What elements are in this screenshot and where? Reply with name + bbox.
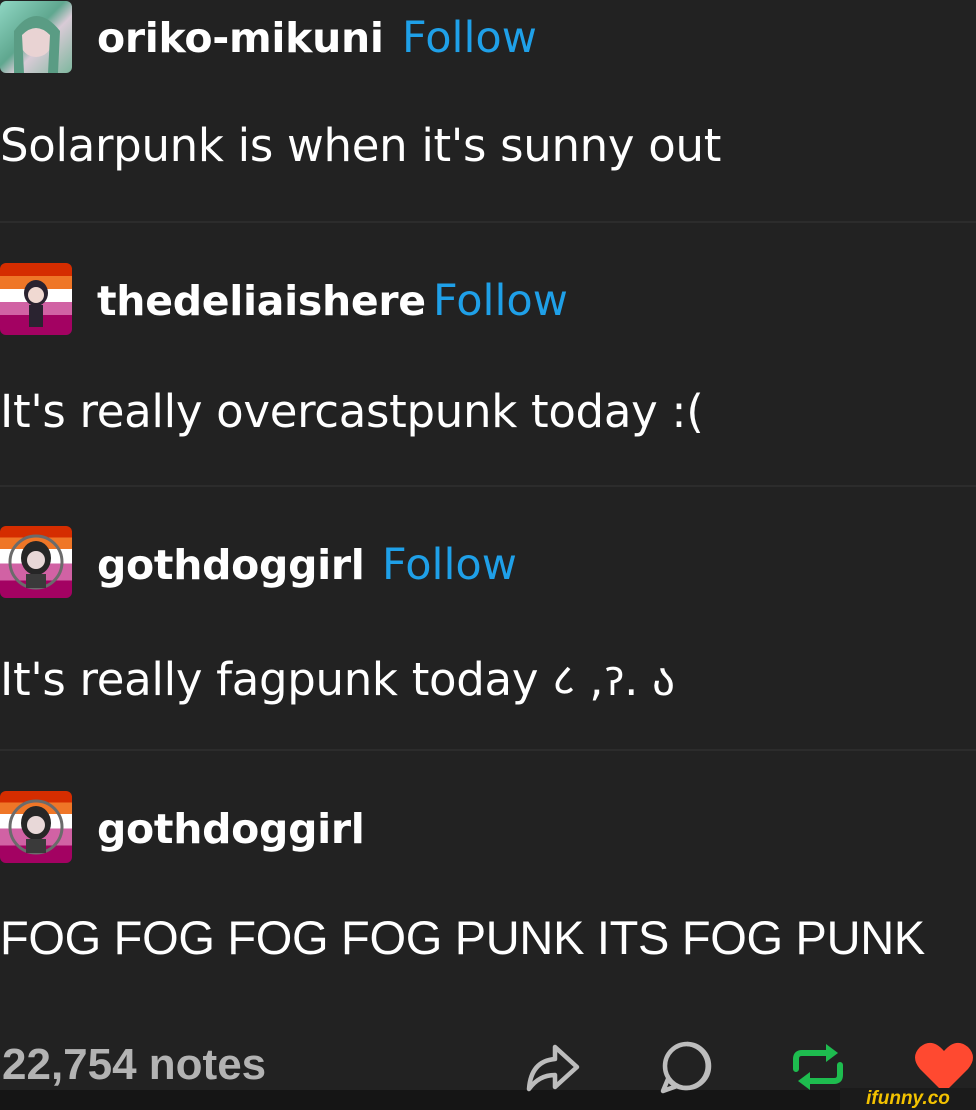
ifunny-watermark: ifunny.co	[840, 1088, 976, 1110]
avatar-oriko-mikuni[interactable]	[0, 1, 72, 73]
avatar-gothdoggirl[interactable]	[0, 791, 72, 863]
follow-button[interactable]: Follow	[433, 276, 568, 326]
notes-count[interactable]: 22,754 notes	[2, 1040, 266, 1090]
follow-button[interactable]: Follow	[382, 540, 517, 590]
post-text: Solarpunk is when it's sunny out	[0, 119, 722, 172]
follow-button[interactable]: Follow	[402, 13, 537, 63]
post-1: oriko-mikuni Follow Solarpunk is when it…	[0, 0, 976, 222]
avatar-thedeliaishere[interactable]	[0, 263, 72, 335]
post-text: It's really overcastpunk today :(	[0, 385, 704, 438]
reply-icon[interactable]	[655, 1035, 719, 1099]
username[interactable]: gothdoggirl	[97, 541, 365, 589]
post-text: FOG FOG FOG FOG PUNK ITS FOG PUNK	[0, 911, 925, 964]
post-4: gothdoggirl FOG FOG FOG FOG PUNK ITS FOG…	[0, 750, 976, 1030]
avatar-gothdoggirl[interactable]	[0, 526, 72, 598]
post-2: thedeliaishere Follow It's really overca…	[0, 222, 976, 486]
share-icon[interactable]	[521, 1035, 585, 1099]
post-3: gothdoggirl Follow It's really fagpunk t…	[0, 486, 976, 750]
post-text: It's really fagpunk today ८ ,ॽ. ა	[0, 653, 675, 706]
username[interactable]: gothdoggirl	[97, 805, 365, 853]
username[interactable]: thedeliaishere	[97, 277, 426, 325]
username[interactable]: oriko-mikuni	[97, 14, 384, 62]
